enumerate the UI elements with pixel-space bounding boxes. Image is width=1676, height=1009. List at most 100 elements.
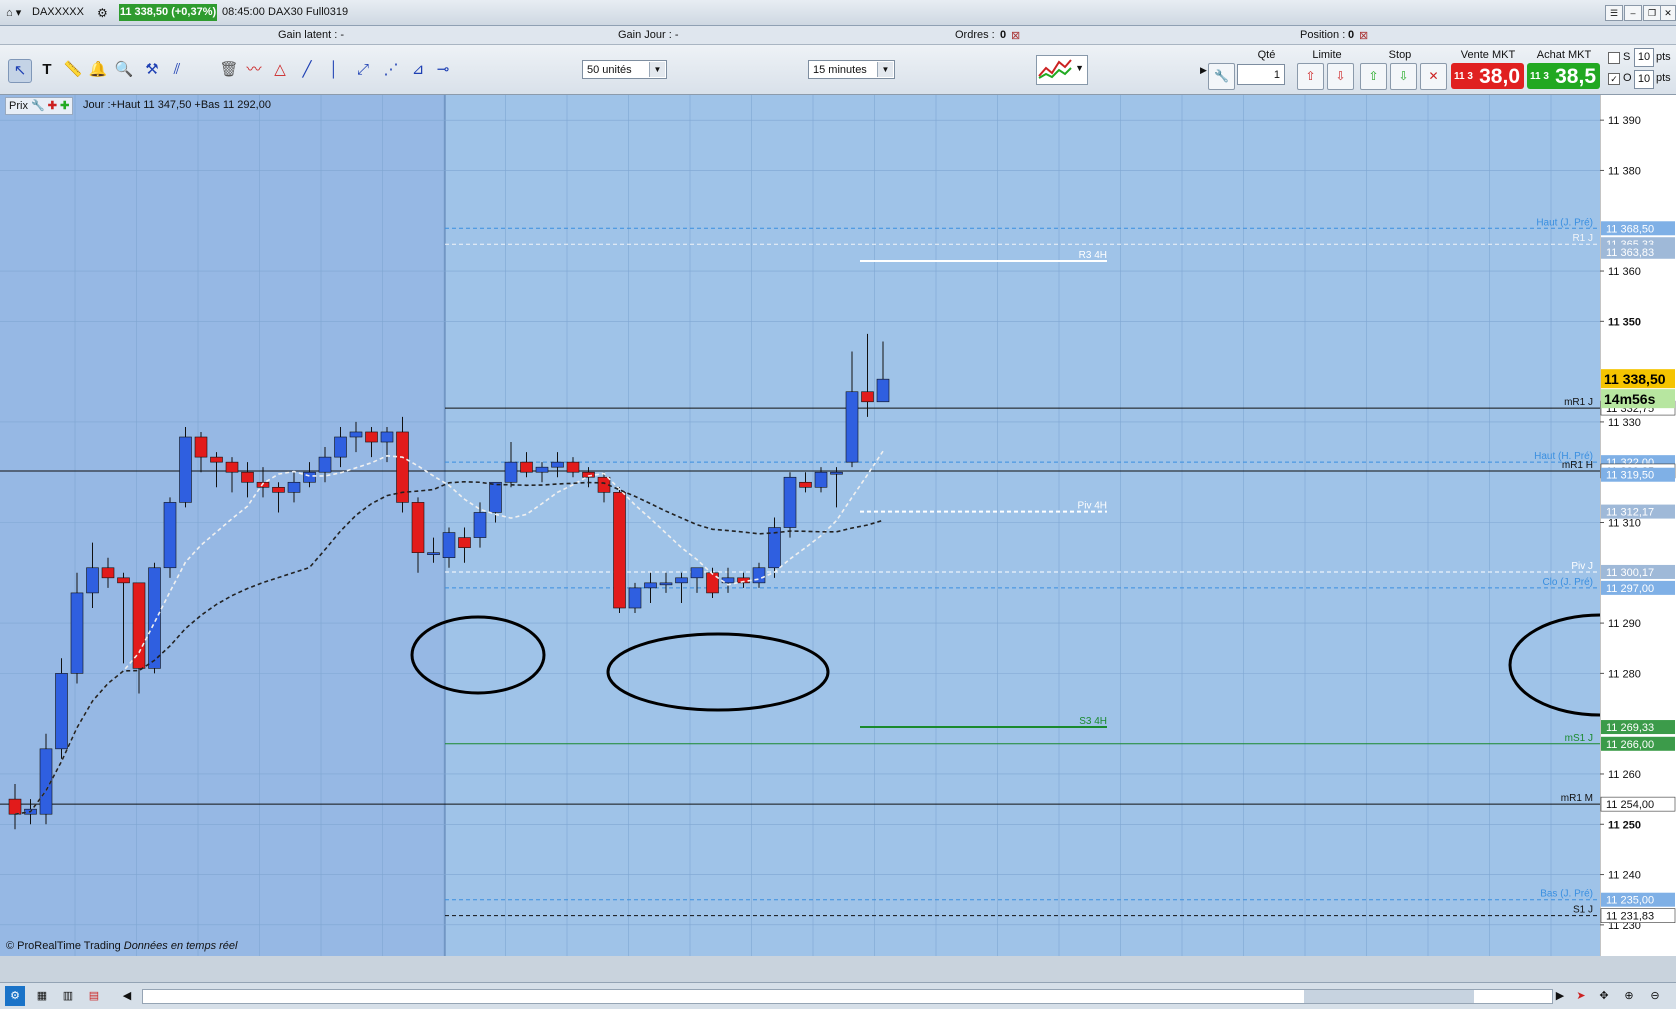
realtime-note: Données en temps réel [123,940,238,952]
settings-icon[interactable]: ⚙ [97,6,108,20]
candle-body [876,378,890,403]
candle-body [132,582,146,669]
sell-mkt-button[interactable]: 11 3 38,0 [1451,63,1524,89]
minimize-icon[interactable]: – [1624,5,1642,21]
triangle-icon[interactable]: △ [269,59,291,81]
candle-body [334,436,347,458]
text-icon[interactable]: T [36,59,58,81]
channel-icon[interactable]: ⤢ [352,59,374,81]
horizontal-scrollbar[interactable] [142,989,1553,1004]
wrench-icon[interactable]: 🔧 [31,100,45,112]
alarm-bell-icon[interactable]: 🔔 [87,59,109,81]
price-tick-label: 11 330 [1608,417,1641,429]
candle-body [613,492,626,609]
candle-body [241,471,254,483]
s-points-input[interactable]: 10 [1634,48,1654,67]
fit-icon[interactable]: ✥ [1595,986,1613,1006]
instrument-name: DAX30 Full0319 [268,6,349,18]
candle-body [520,461,533,473]
close-panel-icon[interactable]: ✚ [48,100,57,112]
price-axis[interactable]: 11 390 11 380 11 360 11 350 11 330 11 310 11 2… [1600,95,1676,956]
candle-body [551,461,564,468]
hammer-icon[interactable]: ⚒ [141,59,163,81]
level-price-label: 11 266,00 [1606,739,1654,751]
candle-body [458,537,471,548]
candle-body [194,436,208,458]
sell-price: 38,0 [1479,65,1520,88]
countdown-label: 14m56s [1604,391,1656,407]
fan-icon[interactable]: ⋰ [380,59,402,81]
position-label: Position : [1300,29,1346,41]
candle-body [318,456,332,473]
limit-sell-button[interactable]: ⇩ [1327,63,1354,90]
candle-body [845,391,859,463]
level-label: mR1 M [1561,793,1593,804]
candle-body [8,798,22,815]
previous-day-shade [0,95,445,956]
projection-icon[interactable]: ⊿ [407,59,429,81]
zoom-icon[interactable]: 🔍 [113,59,135,81]
candle-body [535,466,549,473]
o-checkbox[interactable]: ✓ [1608,73,1620,85]
zoom-in-icon[interactable]: ⊕ [1620,986,1638,1006]
limit-label: Limite [1312,49,1342,61]
tools-icon[interactable]: ⚙ [5,986,25,1006]
price-tick-label: 11 240 [1608,870,1641,882]
level-label: S1 J [1573,905,1593,916]
close-icon[interactable]: ✕ [1660,5,1676,21]
pattern-icon[interactable]: 〰 [243,59,265,81]
candle-body [380,431,394,443]
units-select[interactable]: 50 unités ▼ [582,60,667,79]
trendline-icon[interactable]: ╱ [296,59,318,81]
candle-body [411,502,425,553]
vertical-line-icon[interactable]: │ [323,59,345,81]
layout-icon[interactable]: ▦ [32,986,52,1006]
stop-close-button[interactable]: ✕ [1420,63,1447,90]
buy-price: 38,5 [1555,65,1596,88]
orders-close-icon[interactable]: ⊠ [1011,29,1020,42]
scrollbar-thumb[interactable] [1304,990,1474,1003]
go-to-end-icon[interactable]: ➤ [1572,986,1590,1006]
price-tick-label: 11 360 [1608,266,1641,278]
s-label: S [1623,51,1631,63]
stop-sell-button[interactable]: ⇩ [1390,63,1417,90]
level-label: R3 4H [1079,250,1107,261]
chart-type-icon[interactable]: ▥ [58,986,78,1006]
scroll-right-button[interactable]: ▶ [1551,986,1569,1006]
chevron-down-icon: ▼ [1075,63,1084,73]
scroll-left-button[interactable]: ◀ [117,986,137,1006]
timeframe-select[interactable]: 15 minutes ▼ [808,60,895,79]
level-price-label: 11 269,33 [1606,722,1654,734]
candle-body [349,431,363,438]
gain-latent: Gain latent : - [278,29,345,41]
menu-icon[interactable]: ☰ [1605,5,1623,21]
s-checkbox[interactable] [1608,52,1620,64]
price-tick-label: 11 290 [1608,618,1641,630]
indicator-button[interactable]: ▼ [1036,55,1088,85]
bars-icon[interactable]: ▤ [84,986,104,1006]
add-indicator-icon[interactable]: ✚ [60,100,69,112]
o-points-input[interactable]: 10 [1634,70,1654,89]
horizontal-line-icon[interactable]: ⊸ [432,59,454,81]
stop-buy-button[interactable]: ⇧ [1360,63,1387,90]
restore-icon[interactable]: ❐ [1643,5,1661,21]
position-close-icon[interactable]: ⊠ [1359,29,1368,42]
level-label: R1 J [1572,233,1593,244]
limit-buy-button[interactable]: ⇧ [1297,63,1324,90]
ruler-icon[interactable]: 📏 [62,59,84,81]
buy-mkt-button[interactable]: 11 3 38,5 [1527,63,1600,89]
candle-body [427,552,440,555]
zoom-out-icon[interactable]: ⊖ [1646,986,1664,1006]
panel-toggle-icon[interactable]: ▶ [1200,65,1207,76]
level-price-label: 11 297,00 [1606,583,1654,595]
qty-input[interactable]: 1 [1237,64,1285,85]
trash-icon[interactable]: 🗑 [218,59,240,81]
candle-body [163,502,177,569]
price-panel-label: Prix [9,100,28,112]
candle-body [675,577,688,584]
wrench-icon[interactable]: 🔧 [1208,63,1235,90]
price-chart[interactable]: 16:0017:0018:0019:0020:0021:002002:0003:… [0,95,1600,956]
cursor-icon[interactable]: ↖ [8,59,32,83]
fibonacci-icon[interactable]: ⫽ [166,59,188,81]
level-label: Bas (J. Pré) [1540,889,1593,900]
